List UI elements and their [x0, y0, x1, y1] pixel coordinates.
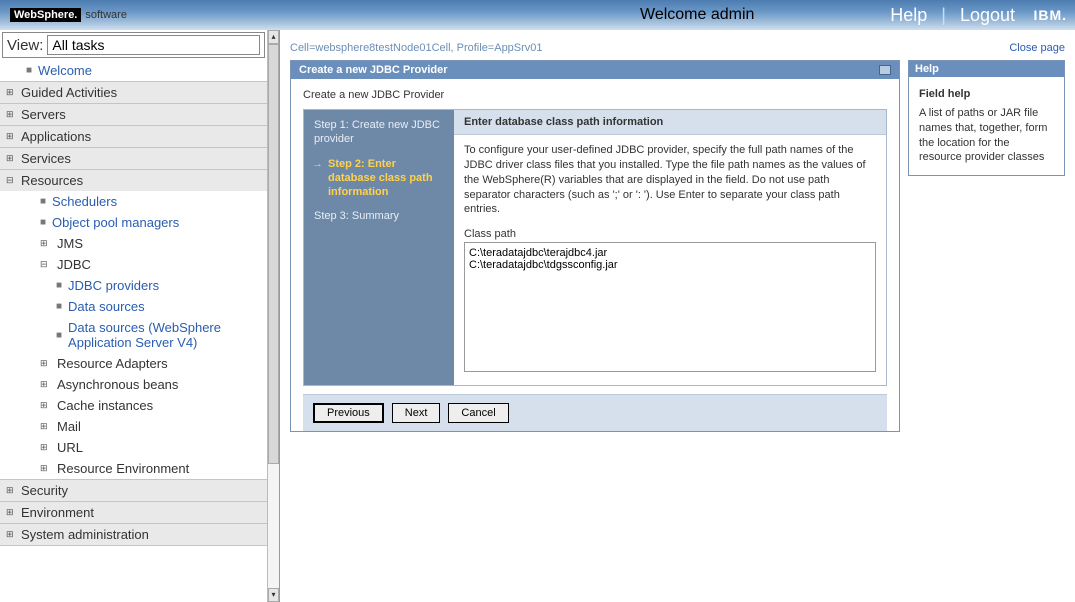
panel-title: Create a new JDBC Provider — [299, 64, 448, 76]
banner-links: Help | Logout — [890, 5, 1015, 26]
nav-url[interactable]: ⊞URL — [0, 437, 267, 458]
sidebar: View: ■ Welcome ⊞Guided Activities ⊞Serv… — [0, 30, 267, 602]
view-selector: View: — [2, 32, 265, 58]
nav-object-pool[interactable]: ■Object pool managers — [0, 212, 267, 233]
view-label: View: — [7, 37, 43, 54]
logout-link[interactable]: Logout — [960, 5, 1015, 26]
breadcrumb: Cell=websphere8testNode01Cell, Profile=A… — [290, 36, 1065, 60]
panel-title-bar: Create a new JDBC Provider — [291, 61, 899, 79]
nav-resource-env[interactable]: ⊞Resource Environment — [0, 458, 267, 479]
bullet-icon: ■ — [56, 301, 62, 312]
help-panel: Help Field help A list of paths or JAR f… — [908, 60, 1065, 176]
brand: WebSphere. software — [10, 8, 127, 22]
brand-box: WebSphere. — [10, 8, 81, 22]
collapse-icon: ⊟ — [6, 175, 17, 186]
expand-icon: ⊞ — [40, 421, 51, 432]
wizard-steps: Step 1: Create new JDBC provider Step 2:… — [304, 110, 454, 385]
expand-icon: ⊞ — [6, 131, 17, 142]
breadcrumb-path: Cell=websphere8testNode01Cell, Profile=A… — [290, 42, 543, 54]
classpath-input[interactable] — [464, 242, 876, 372]
bullet-icon: ■ — [26, 65, 32, 76]
main-content: Cell=websphere8testNode01Cell, Profile=A… — [280, 30, 1075, 442]
wizard-heading: Enter database class path information — [454, 110, 886, 135]
wizard-step-3[interactable]: Step 3: Summary — [314, 209, 444, 223]
brand-text: software — [85, 9, 127, 21]
wizard-panel: Create a new JDBC Provider Create a new … — [290, 60, 900, 432]
nav-services[interactable]: ⊞Services — [0, 147, 267, 170]
nav-async-beans[interactable]: ⊞Asynchronous beans — [0, 374, 267, 395]
expand-icon: ⊞ — [6, 485, 17, 496]
next-button[interactable]: Next — [392, 403, 441, 423]
close-page-link[interactable]: Close page — [1009, 42, 1065, 54]
nav-environment[interactable]: ⊞Environment — [0, 501, 267, 524]
expand-icon: ⊞ — [40, 442, 51, 453]
welcome-text: Welcome admin — [640, 6, 754, 24]
expand-icon: ⊞ — [6, 153, 17, 164]
help-title: Help — [909, 61, 1064, 77]
nav-resources[interactable]: ⊟Resources — [0, 169, 267, 192]
expand-icon: ⊞ — [40, 238, 51, 249]
expand-icon: ⊞ — [40, 400, 51, 411]
nav-data-sources-v4[interactable]: ■Data sources (WebSphere Application Ser… — [0, 317, 267, 353]
sidebar-scrollbar[interactable]: ▴ ▾ — [267, 30, 279, 602]
nav-applications[interactable]: ⊞Applications — [0, 125, 267, 148]
view-input[interactable] — [47, 35, 260, 55]
field-help-text: A list of paths or JAR file names that, … — [919, 107, 1047, 164]
classpath-label: Class path — [464, 227, 876, 242]
nav-jms[interactable]: ⊞JMS — [0, 233, 267, 254]
bullet-icon: ■ — [40, 196, 46, 207]
field-help-heading: Field help — [919, 87, 1054, 102]
nav-welcome[interactable]: ■ Welcome — [0, 60, 267, 81]
scroll-up-icon[interactable]: ▴ — [268, 30, 279, 44]
cancel-button[interactable]: Cancel — [448, 403, 508, 423]
sidebar-container: View: ■ Welcome ⊞Guided Activities ⊞Serv… — [0, 30, 280, 602]
expand-icon: ⊞ — [6, 87, 17, 98]
expand-icon: ⊞ — [6, 507, 17, 518]
nav-sys-admin[interactable]: ⊞System administration — [0, 523, 267, 546]
nav-data-sources[interactable]: ■Data sources — [0, 296, 267, 317]
nav-servers[interactable]: ⊞Servers — [0, 103, 267, 126]
nav-security[interactable]: ⊞Security — [0, 479, 267, 502]
bullet-icon: ■ — [56, 330, 62, 341]
previous-button[interactable]: Previous — [313, 403, 384, 423]
scroll-down-icon[interactable]: ▾ — [268, 588, 279, 602]
collapse-icon: ⊟ — [40, 259, 51, 270]
wizard: Step 1: Create new JDBC provider Step 2:… — [303, 109, 887, 386]
nav-welcome-link[interactable]: Welcome — [38, 63, 92, 78]
minimize-icon[interactable] — [879, 65, 891, 75]
nav-jdbc[interactable]: ⊟JDBC — [0, 254, 267, 275]
wizard-instructions: To configure your user-defined JDBC prov… — [464, 143, 876, 217]
separator: | — [941, 5, 946, 26]
expand-icon: ⊞ — [6, 109, 17, 120]
nav-cache-instances[interactable]: ⊞Cache instances — [0, 395, 267, 416]
nav-tree: ■ Welcome ⊞Guided Activities ⊞Servers ⊞A… — [0, 60, 267, 546]
button-row: Previous Next Cancel — [303, 394, 887, 431]
nav-guided-activities[interactable]: ⊞Guided Activities — [0, 81, 267, 104]
bullet-icon: ■ — [56, 280, 62, 291]
nav-mail[interactable]: ⊞Mail — [0, 416, 267, 437]
nav-resource-adapters[interactable]: ⊞Resource Adapters — [0, 353, 267, 374]
expand-icon: ⊞ — [40, 379, 51, 390]
scroll-track[interactable] — [268, 44, 279, 588]
expand-icon: ⊞ — [40, 463, 51, 474]
scroll-thumb[interactable] — [268, 44, 279, 464]
help-link[interactable]: Help — [890, 5, 927, 26]
nav-jdbc-providers[interactable]: ■JDBC providers — [0, 275, 267, 296]
top-banner: WebSphere. software Welcome admin Help |… — [0, 0, 1075, 30]
expand-icon: ⊞ — [40, 358, 51, 369]
expand-icon: ⊞ — [6, 529, 17, 540]
wizard-step-2[interactable]: Step 2: Enter database class path inform… — [314, 157, 444, 200]
bullet-icon: ■ — [40, 217, 46, 228]
panel-subtitle: Create a new JDBC Provider — [303, 89, 887, 101]
nav-schedulers[interactable]: ■Schedulers — [0, 191, 267, 212]
ibm-logo: IBM. — [1033, 7, 1067, 23]
wizard-step-1[interactable]: Step 1: Create new JDBC provider — [314, 118, 444, 147]
